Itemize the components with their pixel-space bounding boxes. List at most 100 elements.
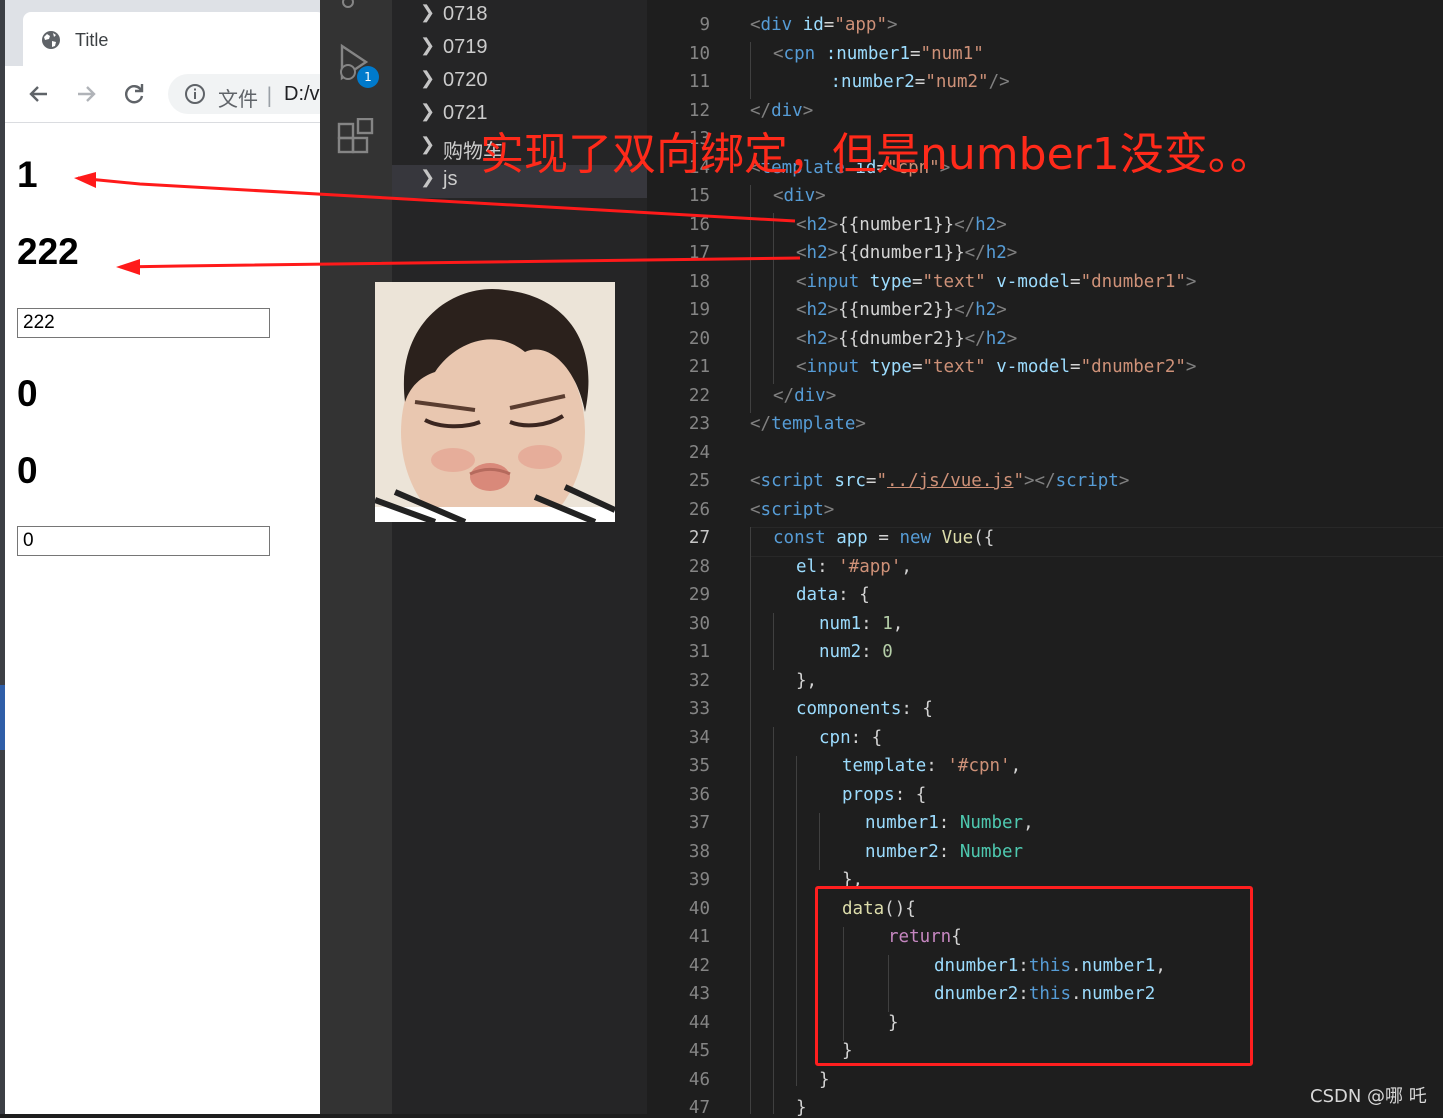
extensions-icon[interactable] bbox=[336, 118, 376, 158]
code-token: < bbox=[750, 15, 761, 35]
code-line[interactable]: }, bbox=[796, 671, 817, 691]
code-token: data bbox=[796, 585, 839, 605]
code-line[interactable]: template: '#cpn', bbox=[842, 756, 1021, 776]
code-token: < bbox=[796, 243, 807, 263]
code-token: number1 bbox=[865, 813, 939, 833]
code-line[interactable]: number2: Number bbox=[865, 842, 1023, 862]
chevron-right-icon: ❯ bbox=[420, 101, 436, 121]
code-line[interactable]: <h2>{{dnumber1}}</h2> bbox=[796, 243, 1017, 263]
code-line[interactable]: :number2="num2"/> bbox=[831, 72, 1010, 92]
code-line[interactable]: } bbox=[819, 1070, 830, 1090]
chevron-right-icon: ❯ bbox=[420, 167, 436, 187]
code-line[interactable]: <input type="text" v-model="dnumber1"> bbox=[796, 272, 1196, 292]
code-token: cpn bbox=[783, 43, 816, 64]
code-token: { bbox=[983, 528, 995, 548]
forward-arrow-icon[interactable] bbox=[72, 80, 100, 108]
folder-0719[interactable]: ❯ 0719 bbox=[392, 33, 647, 66]
code-line[interactable]: } bbox=[796, 1098, 807, 1118]
code-line[interactable]: num1: 1, bbox=[819, 614, 903, 634]
code-token: v-model bbox=[996, 271, 1071, 292]
code-token: < bbox=[773, 43, 784, 64]
code-line[interactable]: <script> bbox=[750, 500, 834, 520]
line-number: 34 bbox=[688, 727, 710, 748]
code-token: > bbox=[823, 499, 835, 520]
line-number: 10 bbox=[688, 43, 710, 64]
code-line[interactable]: <input type="text" v-model="dnumber2"> bbox=[796, 357, 1196, 377]
code-line[interactable]: data: { bbox=[796, 585, 870, 605]
code-token: src bbox=[834, 471, 866, 491]
line-number: 9 bbox=[699, 15, 710, 35]
code-token: </ bbox=[954, 214, 976, 235]
code-line[interactable]: <h2>{{number2}}</h2> bbox=[796, 300, 1007, 320]
watermark: CSDN @哪 吒 bbox=[1310, 1086, 1427, 1107]
line-number: 25 bbox=[688, 471, 710, 491]
code-line[interactable]: <script src="../js/vue.js"></script> bbox=[750, 471, 1129, 491]
line-number: 39 bbox=[688, 870, 710, 890]
code-line[interactable]: <h2>{{dnumber2}}</h2> bbox=[796, 329, 1017, 349]
code-token: } bbox=[796, 1098, 807, 1118]
code-token: Number bbox=[959, 841, 1024, 862]
code-token: div bbox=[760, 15, 793, 35]
code-token: :number1 bbox=[825, 43, 910, 64]
code-token: app bbox=[836, 528, 868, 548]
code-token: script bbox=[760, 471, 824, 491]
code-token: > bbox=[1006, 328, 1018, 349]
browser-toolbar: 文件 | D:/v bbox=[5, 66, 320, 123]
code-token: : bbox=[926, 756, 948, 776]
code-line[interactable]: <div> bbox=[773, 186, 826, 206]
code-line[interactable]: number1: Number, bbox=[865, 813, 1034, 833]
code-token: "num2" bbox=[925, 72, 989, 92]
code-token: type bbox=[869, 271, 912, 292]
code-line[interactable]: num2: 0 bbox=[819, 642, 893, 662]
code-token: "dnumber1" bbox=[1080, 271, 1186, 292]
code-token: > bbox=[815, 186, 826, 206]
line-number: 31 bbox=[688, 642, 710, 662]
code-line[interactable]: <cpn :number1="num1" bbox=[773, 44, 984, 64]
folder-0720[interactable]: ❯ 0720 bbox=[392, 66, 647, 99]
code-line[interactable]: <div id="app"> bbox=[750, 15, 898, 35]
line-number: 41 bbox=[688, 927, 710, 947]
code-line[interactable]: </div> bbox=[773, 386, 836, 406]
code-token: template bbox=[771, 414, 856, 434]
code-token: /> bbox=[988, 72, 1010, 92]
folder-label: 0718 bbox=[443, 3, 488, 25]
code-token: = bbox=[911, 357, 923, 377]
code-line[interactable]: cpn: { bbox=[819, 728, 882, 748]
dnumber2-input[interactable]: 0 bbox=[17, 526, 270, 556]
code-token: {{dnumber2}} bbox=[838, 328, 965, 349]
code-token: ( bbox=[973, 528, 984, 548]
code-token: number2 bbox=[865, 841, 939, 862]
folder-0718[interactable]: ❯ 0718 bbox=[392, 0, 647, 33]
browser-tab[interactable]: Title bbox=[23, 12, 320, 66]
code-token: : bbox=[938, 841, 960, 862]
code-token: v-model bbox=[996, 357, 1071, 377]
code-token: Number bbox=[959, 813, 1024, 833]
back-arrow-icon[interactable] bbox=[25, 80, 53, 108]
code-token: h2 bbox=[806, 328, 828, 349]
code-line[interactable]: const app = new Vue({ bbox=[773, 528, 994, 548]
code-line[interactable]: el: '#app', bbox=[796, 557, 912, 577]
line-number: 35 bbox=[688, 756, 710, 776]
code-token: = bbox=[1070, 357, 1081, 377]
code-token: " bbox=[876, 471, 888, 491]
code-token: '#cpn' bbox=[947, 756, 1011, 776]
code-token: , bbox=[901, 556, 912, 577]
code-token: : { bbox=[901, 699, 933, 719]
dnumber1-input[interactable]: 222 bbox=[17, 308, 270, 338]
info-icon[interactable] bbox=[184, 83, 206, 105]
code-line[interactable]: props: { bbox=[842, 785, 926, 805]
code-line[interactable]: </template> bbox=[750, 414, 866, 434]
code-token: 1 bbox=[882, 613, 893, 634]
address-bar[interactable]: 文件 | D:/v bbox=[168, 74, 320, 114]
code-token: type bbox=[869, 357, 912, 377]
code-line[interactable]: <h2>{{number1}}</h2> bbox=[796, 215, 1007, 235]
code-token: = bbox=[865, 471, 877, 491]
code-line[interactable]: components: { bbox=[796, 699, 933, 719]
reload-icon[interactable] bbox=[120, 80, 148, 108]
code-token: new bbox=[899, 528, 932, 548]
code-token: el bbox=[796, 556, 818, 577]
source-control-icon[interactable] bbox=[340, 0, 356, 12]
line-number: 36 bbox=[688, 784, 710, 805]
